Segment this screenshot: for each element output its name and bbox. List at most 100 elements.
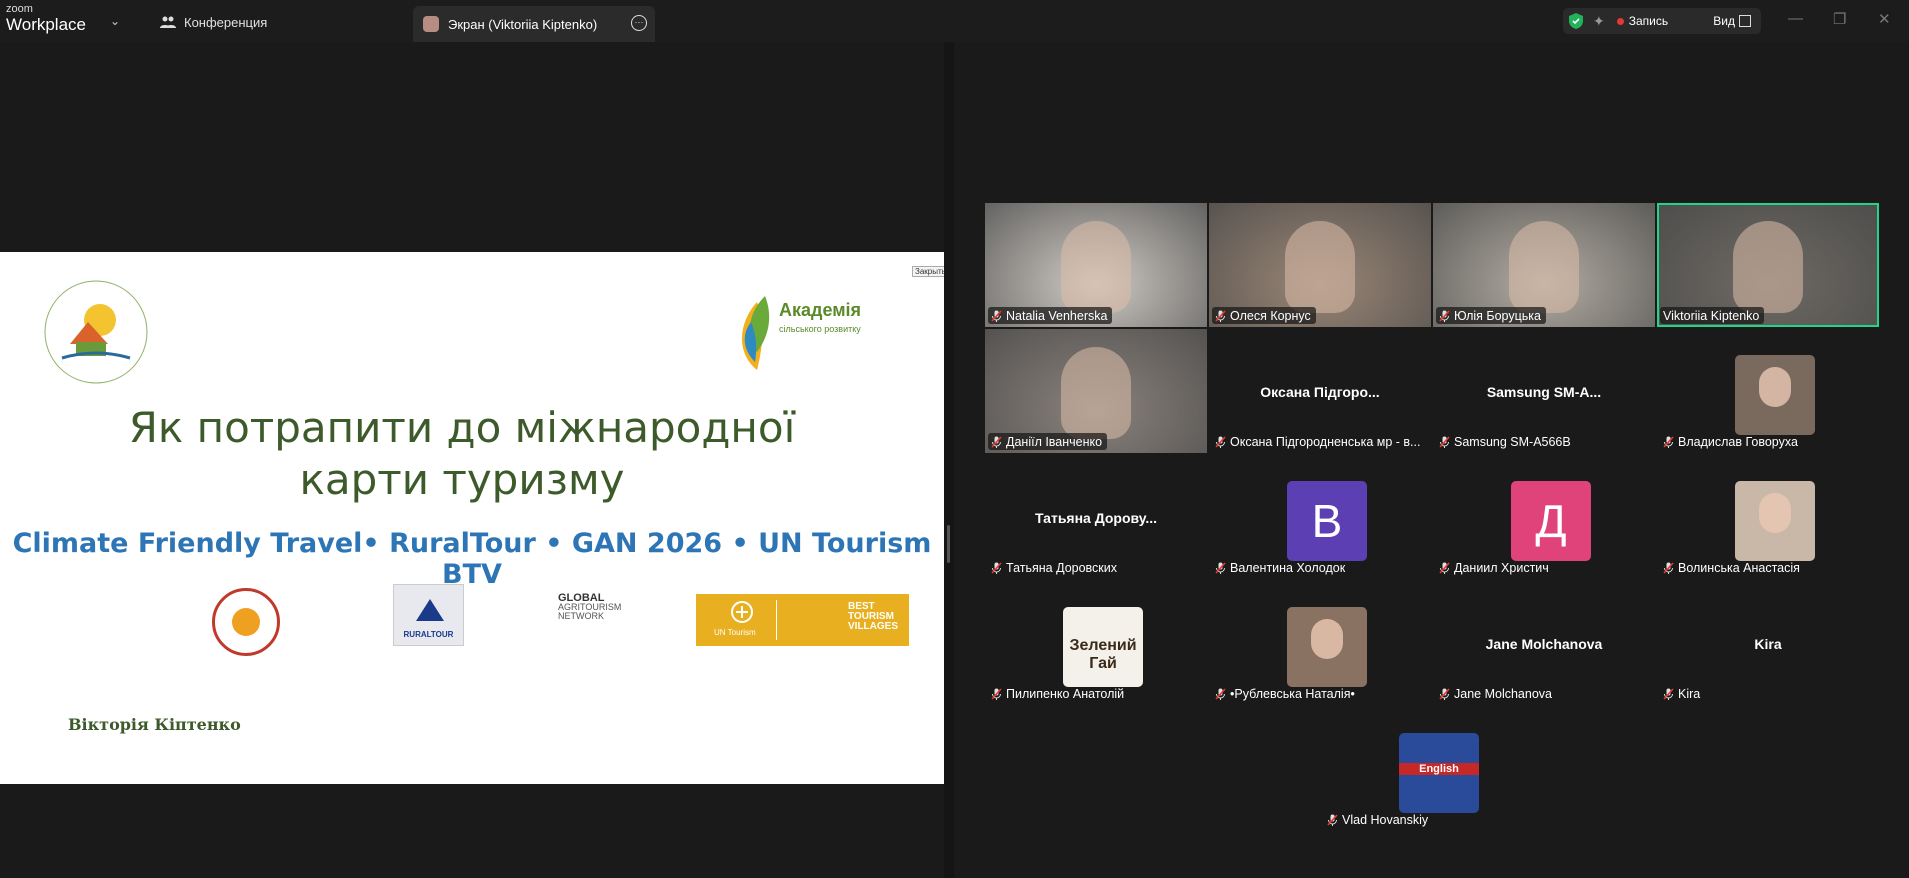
ai-companion-icon[interactable]: ✦ xyxy=(1593,13,1605,30)
participant-name-label: Даніїл Іванченко xyxy=(988,433,1108,450)
slide-close-button[interactable]: Закрыть xyxy=(912,266,944,277)
participant-name: Kira xyxy=(1678,686,1701,701)
logo-bottom-text: Workplace xyxy=(6,15,86,34)
un-tourism-text: UN Tourism xyxy=(714,628,756,637)
participant-tile[interactable]: Kira Kira xyxy=(1657,581,1879,705)
participant-tile[interactable]: Зелений Гай Пилипенко Анатолій xyxy=(985,581,1207,705)
participant-name: Владислав Говоруха xyxy=(1678,434,1798,449)
participant-name-label: Валентина Холодок xyxy=(1212,559,1350,576)
climate-friendly-travel-logo xyxy=(212,588,280,656)
slide-author: Вікторія Кіптенко xyxy=(68,715,241,734)
participant-tile[interactable]: Олеся Корнус xyxy=(1209,203,1431,327)
mic-muted-icon xyxy=(1439,687,1450,700)
participant-name-label: Юлія Боруцька xyxy=(1436,307,1546,324)
participant-tile[interactable]: •Рублевська Наталія• xyxy=(1209,581,1431,705)
ruraltour-logo: RURALTOUR xyxy=(393,584,464,646)
participant-tile[interactable]: Даніїл Іванченко xyxy=(985,329,1207,453)
avatar: В xyxy=(1287,481,1367,561)
video-feed xyxy=(1285,221,1355,313)
conference-tab-label: Конференция xyxy=(184,14,268,30)
participant-tile[interactable]: Viktoriia Kiptenko xyxy=(1657,203,1879,327)
avatar-text: English xyxy=(1399,763,1479,775)
record-label[interactable]: Запись xyxy=(1629,14,1668,28)
slide-title-line1: Як потрапити до міжнародної xyxy=(128,403,796,452)
leaf-icon xyxy=(741,296,770,370)
participant-name: Юлія Боруцька xyxy=(1454,308,1541,323)
mic-muted-icon xyxy=(1663,435,1674,448)
avatar xyxy=(1287,607,1367,687)
mic-muted-icon xyxy=(1663,561,1674,574)
mic-muted-icon xyxy=(1215,309,1226,322)
slide-subtitle: Climate Friendly Travel• RuralTour • GAN… xyxy=(12,528,932,590)
participant-name: Даніїл Іванченко xyxy=(1006,434,1103,449)
mic-muted-icon xyxy=(991,435,1002,448)
participant-name-label: Kira xyxy=(1660,685,1705,702)
academy-subtitle: сільського розвитку xyxy=(779,324,861,334)
avatar: Д xyxy=(1511,481,1591,561)
view-button[interactable]: Вид xyxy=(1713,14,1735,28)
participant-display-name: Kira xyxy=(1754,636,1782,652)
divider-grip-handle[interactable] xyxy=(947,525,950,563)
tab-screen-share[interactable]: Экран (Viktoriia Kiptenko) ··· xyxy=(413,6,655,42)
participant-tile[interactable]: Д Даниил Христич xyxy=(1433,455,1655,579)
participant-name: Natalia Venherska xyxy=(1006,308,1108,323)
presenter-avatar xyxy=(423,16,439,32)
video-feed xyxy=(1061,347,1131,439)
tab-conference[interactable]: Конференция xyxy=(160,11,267,33)
slide-title-line2: карти туризму xyxy=(299,455,625,504)
participant-tile[interactable]: Jane Molchanova Jane Molchanova xyxy=(1433,581,1655,705)
participant-name-label: Волинська Анастасія xyxy=(1660,559,1805,576)
screen-tab-label: Экран (Viktoriia Kiptenko) xyxy=(448,16,598,32)
participant-tile[interactable]: Юлія Боруцька xyxy=(1433,203,1655,327)
shared-slide: Закрыть Академія сільського розвитку Як … xyxy=(0,252,944,784)
participant-tile[interactable]: English Vlad Hovanskiy xyxy=(1321,707,1543,831)
close-window-icon[interactable]: ✕ xyxy=(1878,10,1891,28)
participant-name-label: Jane Molchanova xyxy=(1436,685,1557,702)
participant-tile[interactable]: Волинська Анастасія xyxy=(1657,455,1879,579)
avatar-photo xyxy=(1759,367,1791,407)
participant-tile[interactable]: Samsung SM-A... Samsung SM-A566B xyxy=(1433,329,1655,453)
avatar-photo xyxy=(1759,493,1791,533)
avatar-text: Зелений Гай xyxy=(1069,637,1137,672)
participant-tile[interactable]: Оксана Підгоро... Оксана Підгородненська … xyxy=(1209,329,1431,453)
mic-muted-icon xyxy=(1439,561,1450,574)
zoom-workplace-logo[interactable]: zoom Workplace xyxy=(6,4,86,34)
gan-line3: NETWORK xyxy=(558,611,604,621)
participant-tile[interactable]: Татьяна Дорову... Татьяна Доровских xyxy=(985,455,1207,579)
participant-name: Олеся Корнус xyxy=(1230,308,1311,323)
participant-name: Волинська Анастасія xyxy=(1678,560,1800,575)
participant-name: Samsung SM-A566B xyxy=(1454,434,1571,449)
participant-name-label: Олеся Корнус xyxy=(1212,307,1316,324)
btv-line3: VILLAGES xyxy=(848,621,899,632)
shield-icon[interactable] xyxy=(1569,13,1583,29)
participant-tile[interactable]: Natalia Venherska xyxy=(985,203,1207,327)
avatar-photo xyxy=(1311,619,1343,659)
participant-name: Валентина Холодок xyxy=(1230,560,1346,575)
rural-green-tourism-logo xyxy=(44,280,148,384)
minimize-icon[interactable]: — xyxy=(1788,10,1803,27)
avatar xyxy=(1735,481,1815,561)
participant-name-label: Samsung SM-A566B xyxy=(1436,433,1576,450)
grid-view-icon[interactable] xyxy=(1739,15,1751,27)
academy-name: Академія xyxy=(779,300,862,320)
ruraltour-text: RURALTOUR xyxy=(403,630,454,639)
participant-tile[interactable]: В Валентина Холодок xyxy=(1209,455,1431,579)
restore-icon[interactable]: ❐ xyxy=(1833,10,1846,28)
participant-name: Пилипенко Анатолій xyxy=(1006,686,1125,701)
more-options-icon[interactable]: ··· xyxy=(631,15,647,31)
gan-logo: GLOBAL AGRITOURISM NETWORK xyxy=(558,593,621,621)
participant-name: •Рублевська Наталія• xyxy=(1230,686,1355,701)
mic-muted-icon xyxy=(991,561,1002,574)
split-divider[interactable] xyxy=(944,42,954,878)
participant-tile[interactable]: Владислав Говоруха xyxy=(1657,329,1879,453)
avatar: English xyxy=(1399,733,1479,813)
mic-muted-icon xyxy=(1215,561,1226,574)
people-icon xyxy=(160,16,176,28)
mic-muted-icon xyxy=(1439,309,1450,322)
avatar xyxy=(1735,355,1815,435)
participant-name: Татьяна Доровских xyxy=(1006,560,1117,575)
chevron-down-icon[interactable]: ⌄ xyxy=(110,14,120,28)
participant-name: Viktoriia Kiptenko xyxy=(1663,308,1760,323)
participant-name-label: Пилипенко Анатолій xyxy=(988,685,1129,702)
mic-muted-icon xyxy=(1663,687,1674,700)
